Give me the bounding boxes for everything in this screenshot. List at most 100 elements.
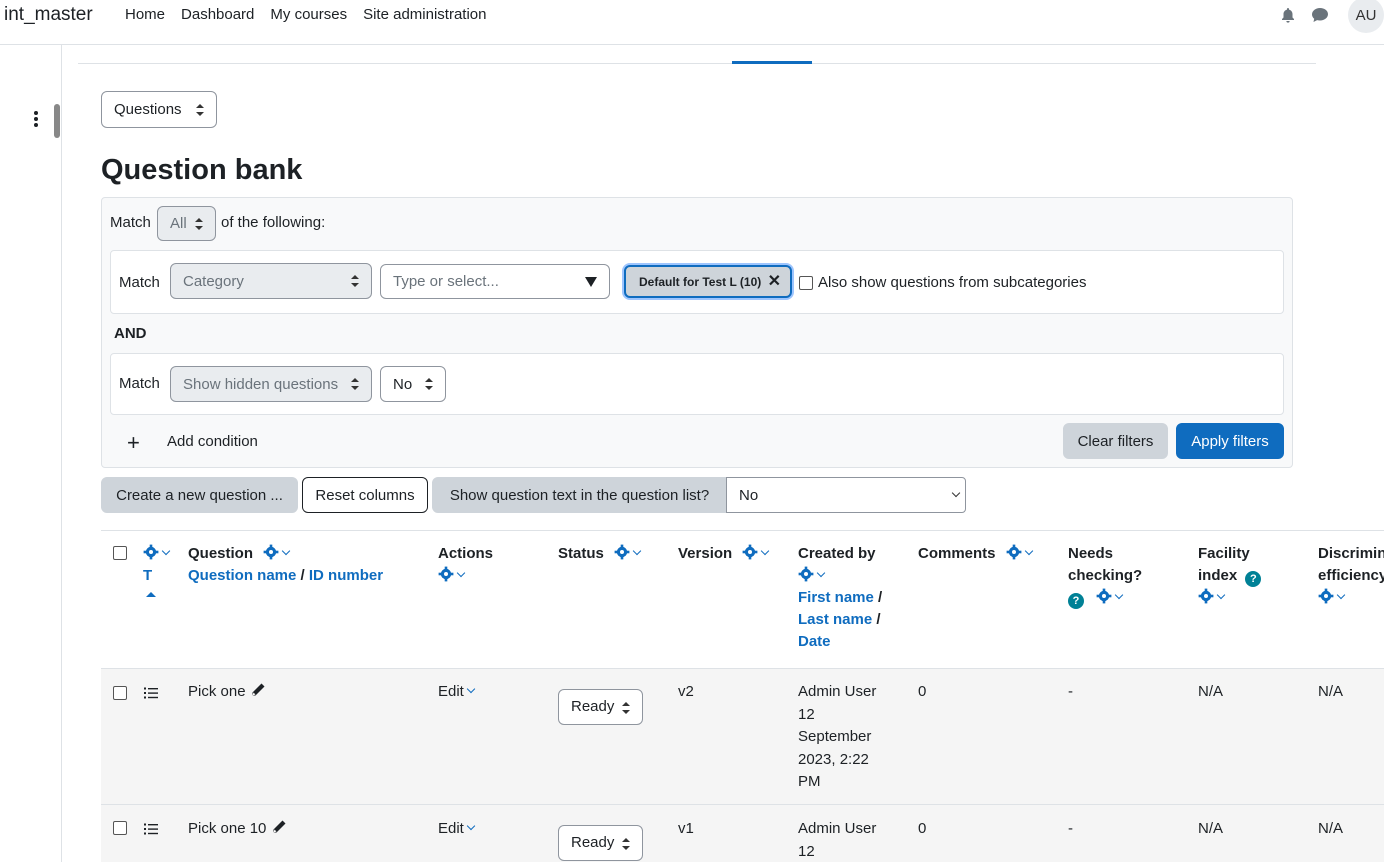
subcategories-label: Also show questions from subcategories xyxy=(818,274,1087,291)
match-join-select[interactable]: All xyxy=(157,206,216,241)
hidden-questions-value-select[interactable]: No xyxy=(380,366,446,402)
needs-checking-label-line2: checking? xyxy=(1068,567,1143,584)
type-sort-link[interactable]: T xyxy=(143,567,152,584)
gear-icon[interactable] xyxy=(798,566,814,582)
chevron-down-icon[interactable] xyxy=(816,568,826,578)
creator-line: Admin User xyxy=(798,683,877,700)
gear-icon[interactable] xyxy=(143,544,159,560)
type-column-header: T xyxy=(143,543,171,587)
condition-type-select[interactable]: Category xyxy=(170,263,372,299)
select-arrows-icon xyxy=(351,378,359,390)
sort-by-last-name-link[interactable]: Last name xyxy=(798,611,872,628)
chevron-down-icon[interactable] xyxy=(456,568,466,578)
gear-icon[interactable] xyxy=(1318,588,1334,604)
gear-icon[interactable] xyxy=(263,544,279,560)
nav-site-administration[interactable]: Site administration xyxy=(363,6,486,23)
edit-menu-link[interactable]: Edit xyxy=(438,818,476,841)
sort-by-first-name-link[interactable]: First name xyxy=(798,589,874,606)
more-options-kebab-icon[interactable] xyxy=(34,111,38,129)
discrimination-label-line2: efficiency xyxy=(1318,567,1384,584)
page-select-value: Questions xyxy=(114,101,182,118)
nav-home[interactable]: Home xyxy=(125,6,165,23)
chevron-down-icon xyxy=(466,684,476,694)
gear-icon[interactable] xyxy=(1198,588,1214,604)
created-by-cell: Admin User 12 xyxy=(798,818,876,862)
sort-by-question-name-link[interactable]: Question name xyxy=(188,567,296,584)
create-question-button[interactable]: Create a new question ... xyxy=(101,477,298,513)
gear-icon[interactable] xyxy=(438,566,454,582)
chevron-down-icon[interactable] xyxy=(1216,590,1226,600)
question-header-label: Question xyxy=(188,545,254,562)
condition-type-select[interactable]: Show hidden questions xyxy=(170,366,372,402)
gear-icon[interactable] xyxy=(742,544,758,560)
remove-chip-close-icon[interactable]: ✕ xyxy=(768,271,781,291)
select-arrows-icon xyxy=(622,838,630,850)
row-select-checkbox[interactable] xyxy=(113,686,127,700)
question-name-cell: Pick one 10 xyxy=(188,818,287,841)
gear-icon[interactable] xyxy=(614,544,630,560)
chevron-down-icon[interactable] xyxy=(632,546,642,556)
chevron-down-icon[interactable] xyxy=(1114,590,1124,600)
chevron-down-icon[interactable] xyxy=(1336,590,1346,600)
pencil-edit-icon[interactable] xyxy=(250,682,266,698)
show-question-text-select[interactable]: No xyxy=(726,477,966,513)
category-autocomplete-input[interactable]: Type or select... xyxy=(380,264,610,299)
separator: / xyxy=(878,589,883,606)
facility-index-cell: N/A xyxy=(1198,820,1224,837)
selected-category-chip[interactable]: Default for Test L (10) ✕ xyxy=(624,265,792,298)
sort-by-date-link[interactable]: Date xyxy=(798,633,831,650)
status-select[interactable]: Ready xyxy=(558,689,643,725)
user-avatar[interactable]: AU xyxy=(1348,0,1384,33)
notification-bell-icon[interactable] xyxy=(1280,7,1296,23)
scrollbar-thumb[interactable] xyxy=(54,104,60,138)
chevron-down-icon[interactable] xyxy=(161,546,171,556)
help-question-icon[interactable]: ? xyxy=(1068,593,1084,609)
pencil-edit-icon[interactable] xyxy=(271,819,287,835)
reset-columns-button[interactable]: Reset columns xyxy=(302,477,428,513)
created-by-header-label: Created by xyxy=(798,545,876,562)
gear-icon[interactable] xyxy=(1006,544,1022,560)
creator-line: September xyxy=(798,728,872,745)
edit-menu-link[interactable]: Edit xyxy=(438,681,476,704)
help-question-icon[interactable]: ? xyxy=(1245,571,1262,587)
question-bank-page-select[interactable]: Questions xyxy=(101,91,217,128)
separator: / xyxy=(876,611,881,628)
messages-chat-icon[interactable] xyxy=(1311,7,1329,23)
site-brand[interactable]: int_master xyxy=(4,4,93,26)
needs-checking-label-line1: Needs xyxy=(1068,545,1114,562)
select-arrows-icon xyxy=(196,103,204,116)
select-all-checkbox[interactable] xyxy=(113,546,127,560)
chip-label: Default for Test L (10) xyxy=(639,275,762,289)
creator-line: 12 xyxy=(798,842,815,860)
add-plus-icon[interactable]: + xyxy=(127,430,140,456)
needs-checking-cell: - xyxy=(1068,683,1073,700)
add-condition-button[interactable]: Add condition xyxy=(167,433,258,450)
nav-dashboard[interactable]: Dashboard xyxy=(181,6,254,23)
comments-header-label: Comments xyxy=(918,545,996,562)
subcategories-checkbox[interactable] xyxy=(799,276,813,290)
left-drawer xyxy=(0,45,62,862)
clear-filters-button[interactable]: Clear filters xyxy=(1063,423,1168,459)
apply-filters-button[interactable]: Apply filters xyxy=(1176,423,1284,459)
status-select[interactable]: Ready xyxy=(558,825,643,861)
facility-label-line2: index xyxy=(1198,567,1238,584)
chevron-down-icon[interactable] xyxy=(281,546,291,556)
sort-by-id-number-link[interactable]: ID number xyxy=(309,567,383,584)
created-by-cell: Admin User 12 September 2023, 2:22 PM xyxy=(798,681,876,794)
row-select-checkbox[interactable] xyxy=(113,821,127,835)
nav-my-courses[interactable]: My courses xyxy=(270,6,347,23)
dropdown-triangle-icon[interactable] xyxy=(585,277,597,287)
chevron-down-icon[interactable] xyxy=(1024,546,1033,556)
select-arrows-icon xyxy=(351,275,359,287)
facility-index-cell: N/A xyxy=(1198,683,1224,700)
discrimination-efficiency-column-header: Discrimination efficiency xyxy=(1318,543,1384,609)
multichoice-list-icon xyxy=(144,823,158,835)
comments-count-link[interactable]: 0 xyxy=(918,681,926,704)
comments-count-link[interactable]: 0 xyxy=(918,818,926,841)
question-name-cell: Pick one xyxy=(188,681,266,704)
status-value: Ready xyxy=(571,698,615,715)
gear-icon[interactable] xyxy=(1096,588,1112,604)
page-title: Question bank xyxy=(101,154,303,186)
chevron-down-icon[interactable] xyxy=(761,546,770,556)
top-navbar: int_master Home Dashboard My courses Sit… xyxy=(0,0,1384,45)
